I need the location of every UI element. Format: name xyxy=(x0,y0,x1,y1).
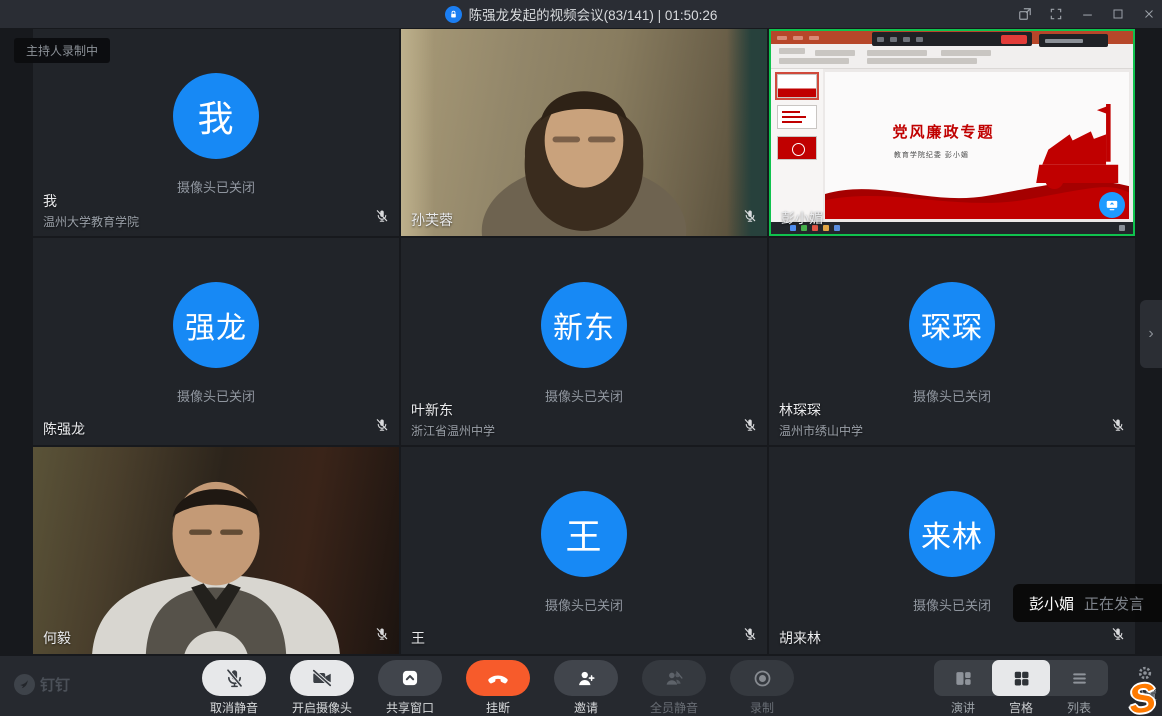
mic-muted-icon xyxy=(1111,627,1125,646)
lock-icon xyxy=(445,6,462,23)
participant-name: 王 xyxy=(411,628,425,648)
avatar: 来林 xyxy=(909,491,995,577)
mic-muted-icon xyxy=(375,418,389,437)
fullscreen-icon[interactable] xyxy=(1045,3,1067,25)
ppt-slide: 党风廉政专题 教育学院纪委 彭小媚 xyxy=(825,72,1129,219)
camera-off-label: 摄像头已关闭 xyxy=(177,177,255,196)
screen-share-badge-icon xyxy=(1099,192,1125,218)
grid-view-icon xyxy=(1012,669,1031,688)
avatar: 王 xyxy=(541,491,627,577)
camera-off-label: 摄像头已关闭 xyxy=(177,386,255,405)
mic-muted-icon xyxy=(202,660,266,696)
participant-name: 林琛琛 xyxy=(779,400,863,420)
camera-off-icon xyxy=(290,660,354,696)
slide-subtitle: 教育学院纪委 彭小媚 xyxy=(825,150,1038,160)
avatar: 强龙 xyxy=(173,282,259,368)
camera-off-label: 摄像头已关闭 xyxy=(545,595,623,614)
mic-muted-icon xyxy=(375,627,389,646)
slide-thumbnail xyxy=(777,136,817,160)
participant-name: 我 xyxy=(43,191,139,211)
view-list-label: 列表 xyxy=(1050,699,1108,716)
participant-org: 温州大学教育学院 xyxy=(43,213,139,230)
close-button[interactable] xyxy=(1138,3,1160,25)
participant-name: 彭小媚 xyxy=(781,208,823,228)
taskbar xyxy=(771,222,1133,234)
view-list-tab[interactable] xyxy=(1050,660,1108,696)
meeting-window: 陈强龙发起的视频会议(83/141) | 01:50:26 我 xyxy=(0,0,1162,716)
floating-meeting-bar xyxy=(872,32,1031,46)
mic-muted-icon xyxy=(375,209,389,228)
mic-muted-icon xyxy=(743,627,757,646)
record-icon xyxy=(730,660,794,696)
ppt-ribbon xyxy=(771,44,1133,69)
video-feed xyxy=(401,29,767,236)
view-speaker-tab[interactable] xyxy=(934,660,992,696)
maximize-button[interactable] xyxy=(1107,3,1129,25)
participant-grid: 我 摄像头已关闭 我 温州大学教育学院 xyxy=(0,28,1162,656)
avatar: 琛琛 xyxy=(909,282,995,368)
side-panel-toggle[interactable]: › xyxy=(1140,300,1162,368)
speaker-view-icon xyxy=(954,669,973,688)
mic-muted-icon xyxy=(743,209,757,228)
video-feed xyxy=(33,447,399,654)
slide-thumbnail xyxy=(777,105,817,129)
unmute-button[interactable]: 取消静音 xyxy=(202,660,266,716)
participant-name: 叶新东 xyxy=(411,400,495,420)
participant-name: 孙芙蓉 xyxy=(411,210,453,230)
view-grid-tab[interactable] xyxy=(992,660,1050,696)
participant-tile[interactable]: 来林 摄像头已关闭 胡来林 xyxy=(769,447,1135,654)
title-bar: 陈强龙发起的视频会议(83/141) | 01:50:26 xyxy=(0,0,1162,28)
ppt-slide-panel xyxy=(771,69,823,222)
mute-all-button[interactable]: 全员静音 xyxy=(642,660,706,716)
mic-muted-icon xyxy=(1111,418,1125,437)
hangup-button[interactable]: 挂断 xyxy=(466,660,530,716)
camera-off-label: 摄像头已关闭 xyxy=(913,595,991,614)
view-switcher: 演讲 宫格 列表 xyxy=(934,660,1108,716)
participant-org: 浙江省温州中学 xyxy=(411,422,495,439)
participant-name: 何毅 xyxy=(43,628,71,648)
list-view-icon xyxy=(1070,669,1089,688)
avatar: 我 xyxy=(173,73,259,159)
avatar: 新东 xyxy=(541,282,627,368)
speaking-status: 正在发言 xyxy=(1084,593,1144,614)
popout-icon[interactable] xyxy=(1014,3,1036,25)
participant-name: 陈强龙 xyxy=(43,419,85,439)
participant-org: 温州市绣山中学 xyxy=(779,422,863,439)
hangup-icon xyxy=(466,660,530,696)
stop-share-button xyxy=(1001,35,1027,44)
participant-tile[interactable]: 强龙 摄像头已关闭 陈强龙 xyxy=(33,238,399,445)
dingtalk-bird-icon xyxy=(14,674,35,695)
participant-tile[interactable]: 王 摄像头已关闭 王 xyxy=(401,447,767,654)
mic-muted-icon xyxy=(743,418,757,437)
sharing-dropdown xyxy=(1039,34,1108,47)
participant-tile[interactable]: 新东 摄像头已关闭 叶新东 浙江省温州中学 xyxy=(401,238,767,445)
host-recording-badge: 主持人录制中 xyxy=(14,38,110,63)
camera-off-label: 摄像头已关闭 xyxy=(913,386,991,405)
view-grid-label: 宫格 xyxy=(992,699,1050,716)
share-window-button[interactable]: 共享窗口 xyxy=(378,660,442,716)
dingtalk-logo: 钉钉 xyxy=(14,674,70,695)
window-title: 陈强龙发起的视频会议(83/141) | 01:50:26 xyxy=(469,4,718,24)
participant-tile-screenshare[interactable]: 党风廉政专题 教育学院纪委 彭小媚 xyxy=(769,29,1135,236)
participant-tile-video[interactable]: 何毅 xyxy=(33,447,399,654)
meeting-toolbar: 钉钉 取消静音 开启摄像头 共享窗口 xyxy=(0,656,1162,716)
share-window-icon xyxy=(378,660,442,696)
shared-screen: 党风廉政专题 教育学院纪委 彭小媚 xyxy=(771,31,1133,234)
view-speaker-label: 演讲 xyxy=(934,699,992,716)
record-button[interactable]: 录制 xyxy=(730,660,794,716)
participant-tile-video[interactable]: 孙芙蓉 xyxy=(401,29,767,236)
camera-on-button[interactable]: 开启摄像头 xyxy=(290,660,354,716)
participant-name: 胡来林 xyxy=(779,628,821,648)
slide-thumbnail xyxy=(777,74,817,98)
camera-off-label: 摄像头已关闭 xyxy=(545,386,623,405)
dingtalk-logo-text: 钉钉 xyxy=(40,674,70,695)
participant-tile[interactable]: 琛琛 摄像头已关闭 林琛琛 温州市绣山中学 xyxy=(769,238,1135,445)
invite-button[interactable]: 邀请 xyxy=(554,660,618,716)
chevron-right-icon: › xyxy=(1148,325,1153,343)
speaking-toast: 彭小媚 正在发言 xyxy=(1013,584,1162,622)
speaking-name: 彭小媚 xyxy=(1029,593,1074,614)
invite-person-icon xyxy=(554,660,618,696)
minimize-button[interactable] xyxy=(1076,3,1098,25)
mute-all-icon xyxy=(642,660,706,696)
